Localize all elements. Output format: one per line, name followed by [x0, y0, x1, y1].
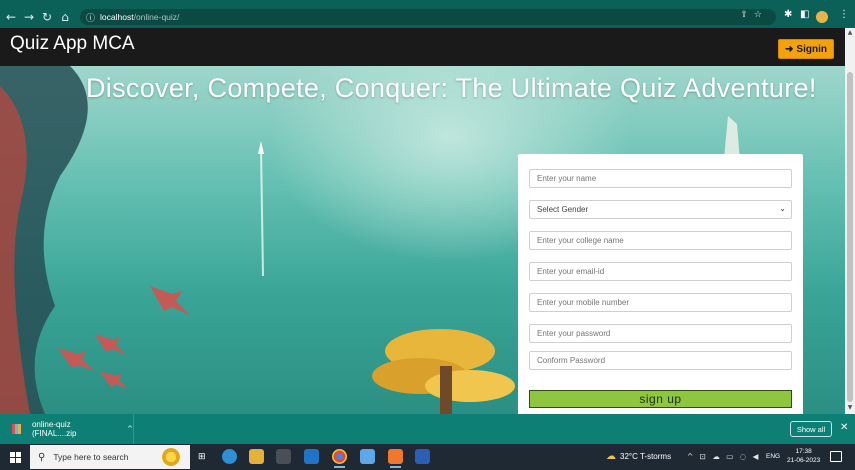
star-icon[interactable]: ☆	[754, 10, 768, 20]
xampp-icon[interactable]	[388, 449, 403, 468]
sidebar-icon[interactable]: ◧	[800, 9, 809, 20]
bird-shape	[100, 371, 128, 389]
file-explorer-icon[interactable]	[249, 449, 264, 464]
chevron-down-icon: ⌄	[779, 204, 786, 213]
password-input[interactable]	[529, 324, 792, 343]
mobile-input[interactable]	[529, 293, 792, 312]
email-input[interactable]	[529, 262, 792, 281]
taskbar-search-placeholder: Type here to search	[53, 452, 129, 462]
chevron-up-icon[interactable]: ^	[127, 425, 133, 433]
palm-trunk	[440, 366, 452, 414]
system-tray-icons[interactable]: ^ ⊡ ☁ ▭ ◌ ◀	[687, 452, 760, 461]
url-path: /online-quiz/	[133, 12, 180, 22]
weather-text: 32°C T-storms	[620, 452, 672, 461]
taskbar-search[interactable]: ⚲ Type here to search	[30, 445, 190, 469]
search-icon: ⚲	[38, 451, 46, 463]
windows-start-icon[interactable]	[10, 452, 21, 463]
clock[interactable]: 17:38 21-06-2023	[787, 447, 820, 465]
palm-leaf	[425, 370, 515, 402]
brand-title[interactable]: Quiz App MCA	[10, 33, 135, 55]
close-icon[interactable]: ✕	[840, 422, 848, 433]
download-filename: online-quiz (FINAL....zip	[31, 420, 77, 438]
profile-icon[interactable]	[816, 11, 828, 23]
chrome-icon[interactable]	[332, 449, 347, 468]
signup-button[interactable]: sign up	[529, 390, 792, 408]
zip-file-icon	[12, 424, 21, 434]
clock-time: 17:38	[795, 448, 812, 455]
app-navbar: Quiz App MCA ➜ Signin	[0, 28, 845, 66]
address-actions: ⇪☆	[740, 10, 768, 20]
forward-icon[interactable]: →	[22, 9, 36, 25]
name-input[interactable]	[529, 169, 792, 188]
weather-icon: ☁	[606, 451, 616, 462]
signin-button[interactable]: ➜ Signin	[778, 39, 834, 59]
mail-icon[interactable]	[304, 449, 319, 464]
confirm-password-input[interactable]	[529, 351, 792, 370]
gender-select[interactable]: Select Gender ⌄	[529, 200, 792, 219]
task-view-icon[interactable]: ⊞	[198, 451, 213, 466]
rocket-shape	[258, 141, 264, 154]
signup-form: Select Gender ⌄ sign up	[518, 154, 803, 414]
login-icon: ➜	[785, 43, 794, 55]
language-indicator[interactable]: ENG	[766, 453, 780, 460]
signin-label: Signin	[796, 43, 827, 55]
address-bar[interactable]: ⓘ localhost/online-quiz/ ⇪☆	[80, 9, 776, 25]
scroll-down-icon[interactable]: ▼	[846, 404, 854, 411]
share-icon[interactable]: ⇪	[740, 10, 754, 20]
download-item[interactable]: online-quiz (FINAL....zip ^	[0, 414, 134, 444]
site-info-icon[interactable]: ⓘ	[86, 11, 95, 24]
word-icon[interactable]	[415, 449, 430, 464]
home-icon[interactable]: ⌂	[58, 9, 72, 25]
browser-toolbar: ← → ↻ ⌂ ⓘ localhost/online-quiz/ ⇪☆ ✱ ◧ …	[0, 6, 855, 28]
extension-icon[interactable]: ✱	[784, 9, 792, 20]
notification-icon[interactable]	[830, 451, 842, 462]
hero-heading: Discover, Compete, Conquer: The Ultimate…	[86, 73, 817, 103]
page-viewport: Quiz App MCA ➜ Signin Discover, Compete,…	[0, 28, 845, 414]
bird-shape	[95, 334, 126, 355]
scroll-up-icon[interactable]: ▲	[846, 29, 854, 36]
bird-shape	[150, 286, 190, 315]
reload-icon[interactable]: ↻	[40, 9, 54, 25]
rocket-trail	[260, 147, 264, 277]
bird-shape	[58, 348, 94, 371]
weather-widget[interactable]: ☁ 32°C T-storms	[606, 451, 671, 462]
page-scrollbar[interactable]: ▲ ▼	[845, 28, 855, 414]
college-input[interactable]	[529, 231, 792, 250]
store-icon[interactable]	[276, 449, 291, 464]
show-all-button[interactable]: Show all	[790, 421, 832, 437]
download-bar: online-quiz (FINAL....zip ^ Show all ✕	[0, 414, 855, 444]
clock-date: 21-06-2023	[787, 457, 821, 464]
url-host: localhost	[100, 12, 134, 22]
search-highlight-icon	[162, 448, 180, 466]
app-icon[interactable]	[360, 449, 375, 464]
back-icon[interactable]: ←	[4, 9, 18, 25]
scrollbar-thumb[interactable]	[847, 72, 853, 402]
gender-select-value: Select Gender	[537, 205, 589, 214]
menu-icon[interactable]: ⋮	[839, 9, 849, 20]
hero-background: Discover, Compete, Conquer: The Ultimate…	[0, 66, 845, 414]
windows-taskbar: ⚲ Type here to search ⊞ ☁ 32°C T-storms …	[0, 444, 855, 470]
edge-icon[interactable]	[222, 449, 237, 464]
